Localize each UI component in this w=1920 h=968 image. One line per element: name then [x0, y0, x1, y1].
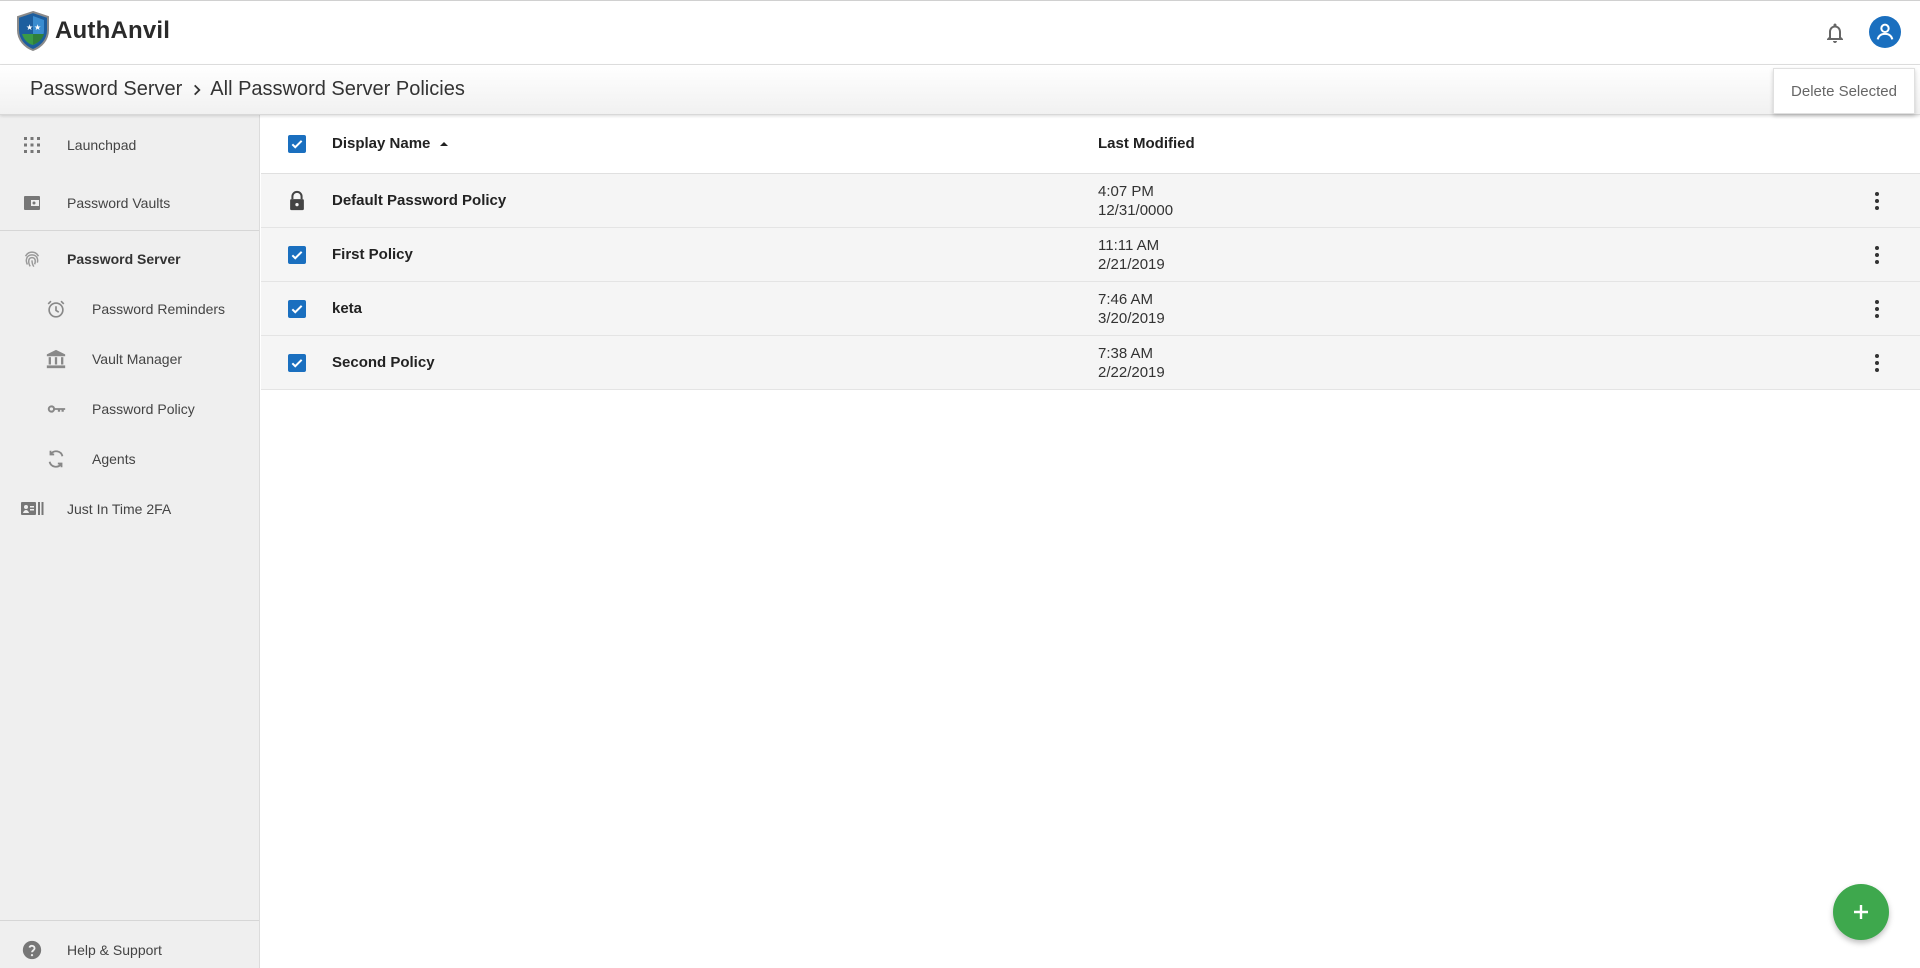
sidebar-item-label: Agents	[92, 451, 136, 467]
id-card-icon	[20, 497, 44, 521]
breadcrumb: Password Server All Password Server Poli…	[30, 78, 465, 101]
more-vert-icon[interactable]	[1865, 351, 1889, 375]
fingerprint-icon	[20, 247, 44, 271]
wallet-icon	[20, 191, 44, 215]
sidebar-item-password-server[interactable]: Password Server	[0, 244, 259, 274]
sidebar-item-just-in-time-2fa[interactable]: Just In Time 2FA	[0, 494, 259, 524]
row-checkbox[interactable]	[288, 354, 306, 372]
user-avatar[interactable]	[1869, 16, 1901, 48]
svg-text:★: ★	[26, 23, 33, 32]
check-icon	[291, 305, 303, 314]
modified-time: 4:07 PM	[1098, 183, 1154, 200]
grid-icon	[20, 133, 44, 157]
select-all-checkbox[interactable]	[288, 135, 306, 153]
sidebar: Launchpad Password Vaults Password Serve…	[0, 115, 260, 968]
table-row[interactable]: First Policy 11:11 AM 2/21/2019	[261, 228, 1920, 282]
sort-ascending-icon	[438, 138, 450, 150]
table-row[interactable]: Default Password Policy 4:07 PM 12/31/00…	[261, 174, 1920, 228]
column-header-last-modified[interactable]: Last Modified	[1098, 135, 1195, 152]
add-policy-button[interactable]	[1833, 884, 1889, 940]
column-header-label: Last Modified	[1098, 135, 1195, 152]
policy-name[interactable]: Second Policy	[332, 354, 435, 371]
top-bar: ★ ★ AuthAnvil	[0, 0, 1920, 65]
sidebar-item-label: Password Policy	[92, 401, 195, 417]
modified-time: 7:46 AM	[1098, 291, 1154, 308]
plus-icon	[1854, 905, 1868, 919]
sidebar-item-label: Password Reminders	[92, 301, 226, 317]
user-icon	[1876, 23, 1894, 40]
last-modified-cell: 11:11 AM 2/21/2019	[1098, 236, 1165, 274]
modified-date: 3/20/2019	[1098, 310, 1165, 327]
shield-logo-icon: ★ ★	[17, 10, 49, 52]
row-checkbox[interactable]	[288, 300, 306, 318]
app-root: ★ ★ AuthAnvil Password Server All Passwo…	[0, 0, 1920, 968]
table-row[interactable]: Second Policy 7:38 AM 2/22/2019	[261, 336, 1920, 390]
modified-time: 11:11 AM	[1098, 237, 1160, 254]
table-row[interactable]: keta 7:46 AM 3/20/2019	[261, 282, 1920, 336]
sidebar-item-password-vaults[interactable]: Password Vaults	[0, 188, 259, 218]
last-modified-cell: 7:46 AM 3/20/2019	[1098, 290, 1165, 328]
sidebar-item-vault-manager[interactable]: Vault Manager	[0, 344, 259, 374]
sidebar-item-label: Vault Manager	[92, 351, 183, 367]
sidebar-item-label: Password Server	[67, 251, 181, 267]
policy-name[interactable]: First Policy	[332, 246, 413, 263]
more-vert-icon[interactable]	[1865, 189, 1889, 213]
sidebar-item-label: Help & Support	[67, 942, 162, 958]
bank-icon	[44, 347, 68, 371]
modified-date: 12/31/0000	[1098, 202, 1174, 219]
sidebar-item-label: Launchpad	[67, 137, 137, 153]
policy-name[interactable]: keta	[332, 300, 362, 317]
sidebar-item-password-reminders[interactable]: Password Reminders	[0, 294, 259, 324]
sidebar-divider	[0, 230, 259, 231]
app-name: AuthAnvil	[55, 17, 171, 44]
last-modified-cell: 4:07 PM 12/31/0000	[1098, 182, 1173, 220]
key-icon	[44, 397, 68, 421]
alarm-icon	[44, 297, 68, 321]
sidebar-item-help-support[interactable]: Help & Support	[0, 935, 259, 965]
modified-date: 2/22/2019	[1098, 364, 1165, 381]
sidebar-item-launchpad[interactable]: Launchpad	[0, 130, 259, 160]
modified-time: 7:38 AM	[1098, 345, 1154, 362]
table-header: Display Name Last Modified	[261, 115, 1920, 174]
help-icon	[20, 938, 44, 962]
check-icon	[291, 251, 303, 260]
row-checkbox[interactable]	[288, 246, 306, 264]
sidebar-item-label: Password Vaults	[67, 195, 171, 211]
breadcrumb-bar: Password Server All Password Server Poli…	[0, 65, 1920, 115]
sidebar-item-label: Just In Time 2FA	[67, 501, 172, 517]
delete-selected-button[interactable]: Delete Selected	[1773, 68, 1915, 114]
check-icon	[291, 140, 303, 149]
sidebar-item-agents[interactable]: Agents	[0, 444, 259, 474]
more-vert-icon[interactable]	[1865, 243, 1889, 267]
app-logo[interactable]: ★ ★ AuthAnvil	[15, 10, 170, 52]
sidebar-divider	[0, 920, 259, 921]
lock-icon	[286, 190, 308, 212]
check-icon	[291, 359, 303, 368]
policy-name[interactable]: Default Password Policy	[332, 192, 506, 209]
svg-text:★: ★	[34, 23, 41, 32]
breadcrumb-parent[interactable]: Password Server	[30, 78, 182, 101]
chevron-right-icon	[190, 83, 204, 97]
breadcrumb-current: All Password Server Policies	[210, 78, 465, 100]
notifications-bell-icon[interactable]	[1823, 21, 1847, 45]
sync-icon	[44, 447, 68, 471]
modified-date: 2/21/2019	[1098, 256, 1165, 273]
last-modified-cell: 7:38 AM 2/22/2019	[1098, 344, 1165, 382]
more-vert-icon[interactable]	[1865, 297, 1889, 321]
sidebar-item-password-policy[interactable]: Password Policy	[0, 394, 259, 424]
column-header-display-name[interactable]: Display Name	[332, 135, 450, 152]
column-header-label: Display Name	[332, 135, 431, 152]
policies-table: Display Name Last Modified Default Passw…	[261, 115, 1920, 968]
